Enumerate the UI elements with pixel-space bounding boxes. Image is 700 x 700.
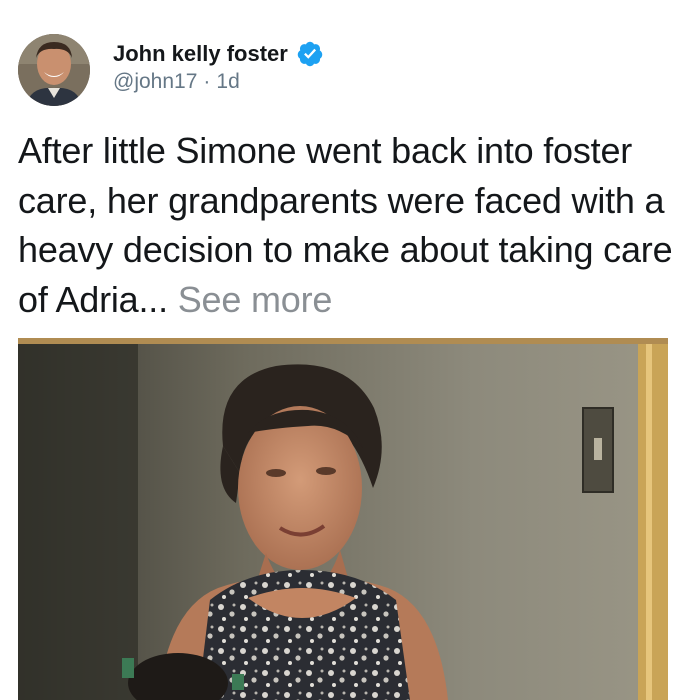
author-handle[interactable]: @john17 <box>113 70 197 94</box>
meta-separator: · <box>203 70 211 93</box>
tweet-text: After little Simone went back into foste… <box>18 130 673 320</box>
author-avatar[interactable] <box>18 34 90 106</box>
author-name[interactable]: John kelly foster <box>113 41 288 67</box>
tweet-timestamp[interactable]: 1d <box>216 70 239 94</box>
verified-badge-icon <box>296 40 324 68</box>
see-more-link[interactable]: See more <box>178 279 333 320</box>
tweet-body: After little Simone went back into foste… <box>18 126 688 324</box>
tweet-meta: @john17 · 1d <box>113 70 324 94</box>
author-info: John kelly foster @john17 · 1d <box>113 38 324 94</box>
tweet-photo[interactable] <box>18 338 668 700</box>
tweet-header: John kelly foster @john17 · 1d <box>18 34 678 114</box>
